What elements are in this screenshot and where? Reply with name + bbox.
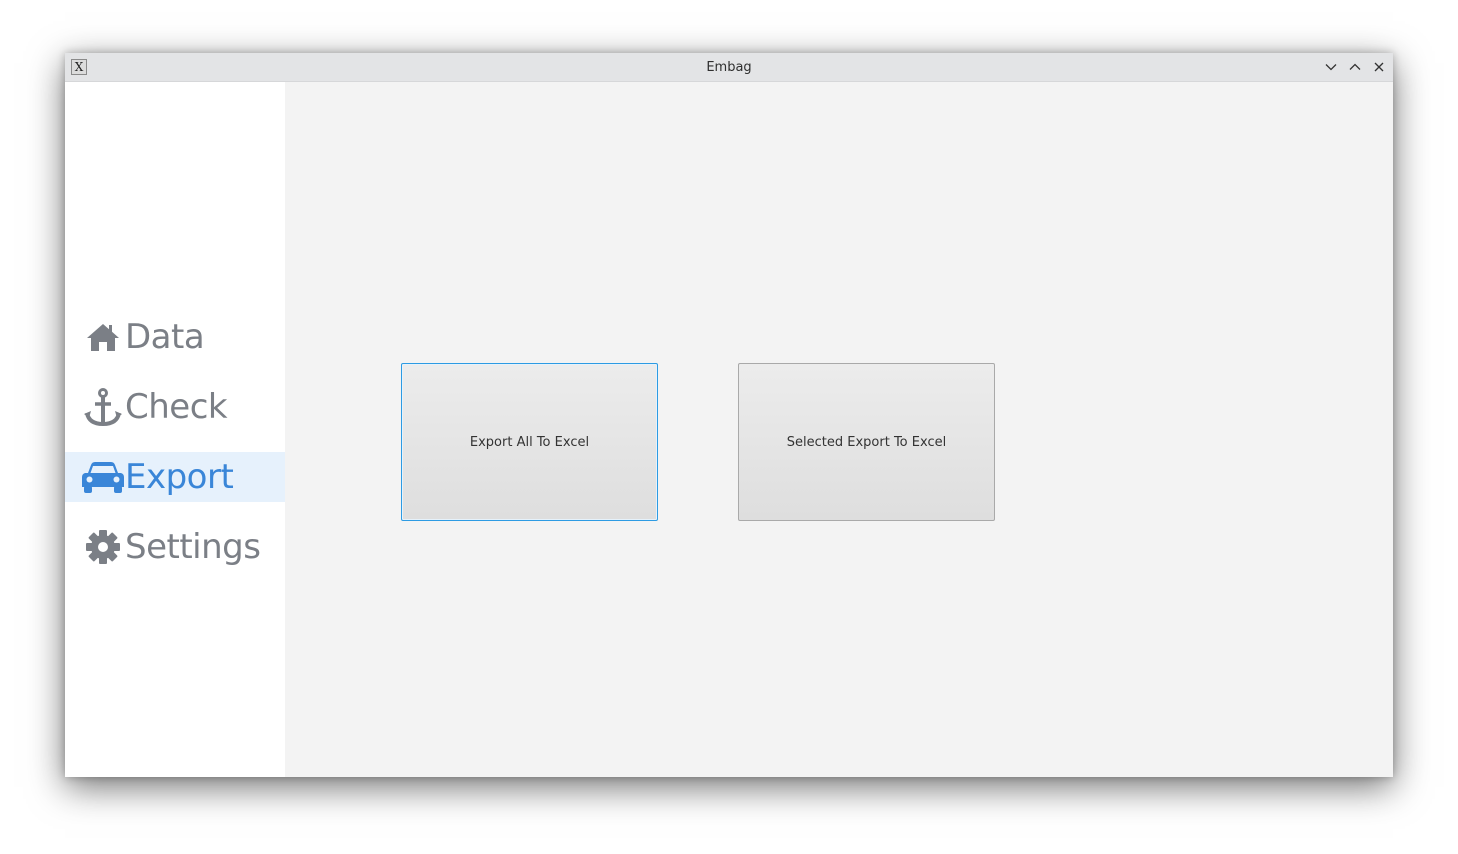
sidebar-item-label: Export [125, 457, 234, 497]
anchor-icon [81, 387, 125, 427]
main-content: Export All To Excel Selected Export To E… [285, 82, 1393, 777]
title-bar: X Embag [65, 53, 1393, 82]
sidebar-item-label: Settings [125, 527, 261, 567]
car-icon [81, 457, 125, 497]
sidebar-item-label: Check [125, 387, 228, 427]
sidebar-item-data[interactable]: Data [65, 312, 285, 362]
window-title: Embag [706, 60, 752, 75]
export-all-button[interactable]: Export All To Excel [401, 363, 658, 521]
close-icon[interactable] [1371, 59, 1387, 75]
sidebar: Data Check Export Settings [65, 82, 285, 777]
sidebar-item-export[interactable]: Export [65, 452, 285, 502]
sidebar-item-label: Data [125, 317, 205, 357]
maximize-icon[interactable] [1347, 59, 1363, 75]
app-window: X Embag Data Check Export Settings Expor… [65, 53, 1393, 777]
sidebar-item-check[interactable]: Check [65, 382, 285, 432]
gear-icon [81, 527, 125, 567]
sidebar-item-settings[interactable]: Settings [65, 522, 285, 572]
selected-export-button[interactable]: Selected Export To Excel [738, 363, 995, 521]
home-icon [81, 317, 125, 357]
minimize-icon[interactable] [1323, 59, 1339, 75]
